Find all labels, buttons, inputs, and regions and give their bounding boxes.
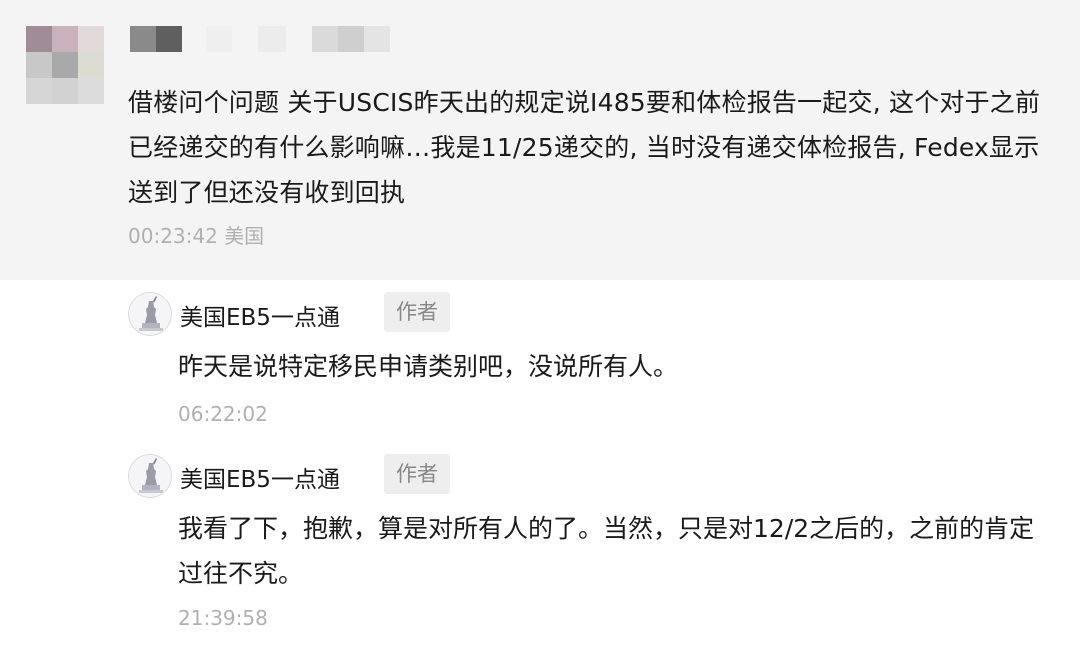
statue-of-liberty-icon <box>129 455 171 497</box>
comment-thread: 借楼问个问题 关于USCIS昨天出的规定说I485要和体检报告一起交, 这个对于… <box>0 0 1080 651</box>
author-badge: 作者 <box>384 454 450 494</box>
author-avatar[interactable] <box>128 454 172 498</box>
statue-of-liberty-icon <box>129 293 171 335</box>
comment-meta: 00:23:42 美国 <box>128 220 264 249</box>
author-name[interactable]: 美国EB5一点通 <box>180 298 340 332</box>
comment-location: 美国 <box>224 224 265 248</box>
main-comment: 借楼问个问题 关于USCIS昨天出的规定说I485要和体检报告一起交, 这个对于… <box>0 0 1080 280</box>
reply-text: 我看了下，抱歉，算是对所有人的了。当然，只是对12/2之后的，之前的肯定过往不究… <box>178 514 1035 588</box>
author-badge: 作者 <box>384 292 450 332</box>
reply-time: 06:22:02 <box>178 402 268 426</box>
comment-text: 借楼问个问题 关于USCIS昨天出的规定说I485要和体检报告一起交, 这个对于… <box>128 88 1041 207</box>
author-avatar[interactable] <box>128 292 172 336</box>
author-name[interactable]: 美国EB5一点通 <box>180 460 340 494</box>
avatar[interactable] <box>26 26 104 104</box>
reply-text: 昨天是说特定移民申请类别吧，没说所有人。 <box>178 352 679 381</box>
reply-time: 21:39:58 <box>178 606 268 630</box>
comment-time: 00:23:42 <box>128 224 218 248</box>
